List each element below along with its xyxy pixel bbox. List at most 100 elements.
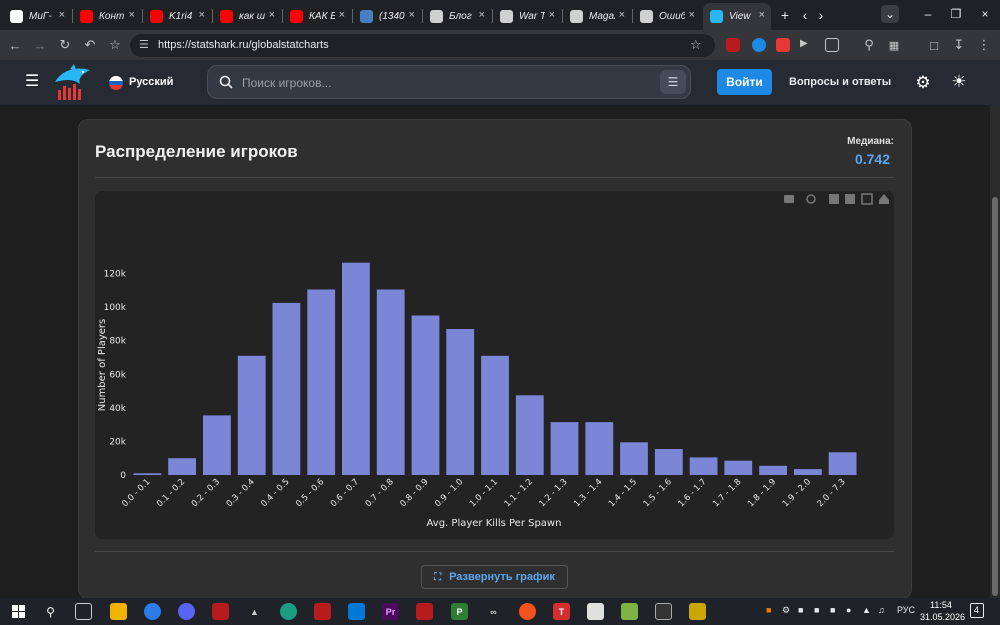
tray-icon[interactable]: ■ <box>814 605 819 615</box>
new-tab-button[interactable]: + <box>777 6 793 24</box>
tab-search-icon[interactable]: ⌄ <box>881 5 899 23</box>
vscode-icon[interactable] <box>348 603 365 620</box>
search-icon[interactable]: ⚲ <box>42 603 59 620</box>
extension-icon[interactable] <box>752 38 766 52</box>
premiere-icon[interactable]: Pr <box>382 603 399 620</box>
app-icon[interactable] <box>587 603 604 620</box>
app-icon[interactable]: T <box>553 603 570 620</box>
close-window-icon[interactable]: × <box>976 5 994 23</box>
file-explorer-icon[interactable] <box>110 603 127 620</box>
browser-tab[interactable]: (1340 × <box>353 3 421 30</box>
histogram-bar[interactable] <box>724 460 753 475</box>
close-tab-icon[interactable]: × <box>479 9 485 21</box>
menu-dots-icon[interactable]: ⋮ <box>975 36 993 54</box>
histogram-bar[interactable] <box>411 315 440 476</box>
browser-tab[interactable]: Блог × <box>423 3 491 30</box>
histogram-bar[interactable] <box>515 395 544 475</box>
extensions-puzzle-icon[interactable] <box>825 38 839 52</box>
tray-icon[interactable]: ■ <box>830 605 835 615</box>
histogram-bar[interactable] <box>654 449 683 475</box>
tab-scroll-right-icon[interactable]: › <box>813 6 829 24</box>
tray-icon[interactable]: ■ <box>798 605 803 615</box>
undo-icon[interactable]: ↶ <box>81 36 99 54</box>
network-icon[interactable]: ▲ <box>862 605 871 615</box>
translate-icon[interactable]: ▦ <box>885 36 903 54</box>
app-icon[interactable] <box>416 603 433 620</box>
close-tab-icon[interactable]: × <box>549 9 555 21</box>
close-tab-icon[interactable]: × <box>689 9 695 21</box>
bookmark-page-icon[interactable]: ☆ <box>690 37 702 53</box>
browser-tab[interactable]: View × <box>703 3 771 30</box>
forward-icon[interactable]: → <box>31 36 49 54</box>
tab-scroll-left-icon[interactable]: ‹ <box>797 6 813 24</box>
app-icon[interactable]: ▲ <box>246 603 263 620</box>
ublock-extension-icon[interactable] <box>726 38 740 52</box>
autoscale-icon[interactable] <box>861 193 873 205</box>
minimize-window-icon[interactable]: – <box>919 5 937 23</box>
app-icon[interactable] <box>621 603 638 620</box>
histogram-bar[interactable] <box>550 422 579 475</box>
close-tab-icon[interactable]: × <box>619 9 625 21</box>
close-tab-icon[interactable]: × <box>129 9 135 21</box>
edge-icon[interactable] <box>280 603 297 620</box>
app-icon[interactable] <box>689 603 706 620</box>
histogram-bar[interactable] <box>620 442 648 475</box>
histogram-bar[interactable] <box>203 415 231 475</box>
back-icon[interactable]: ← <box>6 36 24 54</box>
histogram-bar[interactable] <box>237 355 266 475</box>
extension-icon[interactable] <box>776 38 790 52</box>
address-bar[interactable]: ☰ https://statshark.ru/globalstatcharts … <box>130 34 715 57</box>
histogram-chart[interactable]: 020k40k60k80k100k120k0.0 - 0.1 0.1 - 0.2 0… <box>95 191 894 539</box>
tray-icon[interactable]: ■ <box>766 605 771 615</box>
zoom-icon[interactable] <box>806 194 816 204</box>
app-icon[interactable] <box>212 603 229 620</box>
browser-tab[interactable]: КАК Б × <box>283 3 351 30</box>
clock-time[interactable]: 11:54 <box>930 600 952 610</box>
histogram-bar[interactable] <box>168 458 196 475</box>
histogram-bar[interactable] <box>689 457 718 475</box>
tray-icon[interactable]: ⚙ <box>782 605 790 616</box>
windows-start-icon[interactable] <box>12 605 25 618</box>
browser-tab[interactable]: War T × <box>493 3 561 30</box>
faq-link[interactable]: Вопросы и ответы <box>789 76 891 88</box>
histogram-bar[interactable] <box>133 473 162 475</box>
histogram-bar[interactable] <box>759 465 787 475</box>
input-language[interactable]: РУС <box>897 605 915 615</box>
microphone-icon[interactable]: ● <box>846 605 851 615</box>
clock-date[interactable]: 31.05.2026 <box>920 612 965 622</box>
site-info-icon[interactable]: ☰ <box>139 38 149 51</box>
hamburger-menu-icon[interactable]: ☰ <box>25 73 41 91</box>
close-tab-icon[interactable]: × <box>339 9 345 21</box>
page-scrollbar-thumb[interactable] <box>992 197 998 596</box>
close-tab-icon[interactable]: × <box>269 9 275 21</box>
maximize-window-icon[interactable]: ❐ <box>947 5 965 23</box>
volume-icon[interactable]: ♫ <box>878 605 885 615</box>
login-button[interactable]: Войти <box>717 69 772 95</box>
histogram-bar[interactable] <box>272 302 301 475</box>
histogram-bar[interactable] <box>585 422 614 475</box>
browser-tab[interactable]: Magaz × <box>563 3 631 30</box>
discord-icon[interactable] <box>178 603 195 620</box>
reload-icon[interactable]: ↻ <box>56 36 74 54</box>
zoom-in-icon[interactable] <box>829 194 839 204</box>
close-tab-icon[interactable]: × <box>409 9 415 21</box>
camera-icon[interactable] <box>784 195 794 203</box>
browser-tab[interactable]: Ошиб × <box>633 3 701 30</box>
close-tab-icon[interactable]: × <box>199 9 205 21</box>
language-selector[interactable]: Русский <box>129 76 173 88</box>
histogram-bar[interactable] <box>481 355 509 475</box>
zoom-icon[interactable]: ⚲ <box>860 36 878 54</box>
download-icon[interactable]: ↧ <box>950 36 968 54</box>
histogram-bar[interactable] <box>342 262 370 475</box>
close-tab-icon[interactable]: × <box>759 9 765 21</box>
app-icon[interactable] <box>519 603 536 620</box>
gear-icon[interactable]: ⚙ <box>914 74 932 92</box>
histogram-bar[interactable] <box>446 329 475 475</box>
statshark-logo[interactable] <box>52 64 92 102</box>
player-search-input[interactable]: Поиск игроков... ☰ <box>207 65 691 99</box>
crop-icon[interactable]: □ <box>925 36 943 54</box>
browser-tab[interactable]: Конт × <box>73 3 141 30</box>
filter-settings-button[interactable]: ☰ <box>660 70 686 94</box>
russian-flag-icon[interactable] <box>109 76 123 90</box>
task-view-icon[interactable] <box>75 603 92 620</box>
